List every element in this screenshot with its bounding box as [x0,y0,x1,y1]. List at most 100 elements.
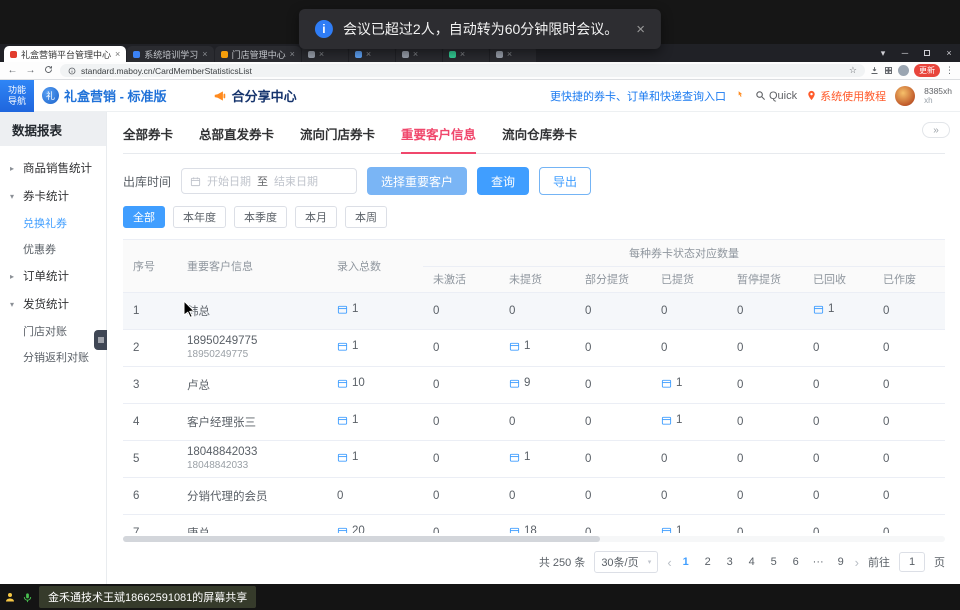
extensions-icon[interactable] [884,66,893,75]
tab-close-icon[interactable]: × [460,49,465,59]
calendar-icon [190,176,201,187]
page-number[interactable]: 5 [769,556,779,568]
tab-close-icon[interactable]: × [413,49,418,59]
sidebar-subitem[interactable]: 优惠券 [0,236,106,262]
chevron-down-icon: ▾ [648,558,652,566]
filter-chip[interactable]: 本月 [295,206,337,228]
card-icon [661,526,672,533]
cell-seq: 2 [123,329,177,366]
bookmark-star-icon[interactable]: ☆ [849,65,857,76]
status-column-header: 已提货 [651,266,727,292]
status-column-header: 未激活 [423,266,499,292]
page-number[interactable]: 3 [725,556,735,568]
browser-menu-icon[interactable]: ⋮ [945,65,954,76]
content-tab[interactable]: 流向门店券卡 [300,124,375,153]
quick-search[interactable]: Quick [755,90,797,102]
goto-page-input[interactable] [899,552,925,572]
export-button[interactable]: 导出 [539,167,591,195]
close-button[interactable]: × [938,44,960,62]
sidebar-subitem[interactable]: 兑换礼券 [0,210,106,236]
tutorial-link[interactable]: 系统使用教程 [806,88,886,104]
update-badge[interactable]: 更新 [914,64,940,77]
user-avatar[interactable] [895,86,915,106]
quick-entry-link[interactable]: 更快捷的券卡、订单和快递查询入口 [550,88,726,104]
content-tab[interactable]: 流向仓库券卡 [502,124,577,153]
filter-chip[interactable]: 本年度 [173,206,226,228]
screen-share-bar: 金禾通技术王斌18662591081的屏幕共享 [0,584,960,610]
browser-tab[interactable]: 系统培训学习× [127,46,213,62]
minimize-button[interactable]: ─ [894,44,916,62]
brand-name: 礼盒营销 - 标准版 [64,86,167,105]
tab-close-icon[interactable]: × [366,49,371,59]
scrollbar-thumb[interactable] [123,536,600,542]
function-nav-line2: 导航 [0,96,34,107]
filter-chip[interactable]: 全部 [123,206,165,228]
toast-close-icon[interactable]: × [636,21,645,38]
tab-close-icon[interactable]: × [202,49,207,59]
page-number[interactable]: 4 [747,556,757,568]
meeting-toast: i 会议已超过2人，自动转为60分钟限时会议。 × [299,9,661,49]
customer-phone: 18950249775 [187,349,327,360]
caret-right-icon: ▸ [10,164,18,173]
content-tab[interactable]: 全部券卡 [123,124,173,153]
status-column-header: 已回收 [803,266,873,292]
browser-tab[interactable]: 礼盒营销平台管理中心× [4,46,126,62]
sidebar-item[interactable]: ▸商品销售统计 [0,154,106,182]
cell-status: 0 [423,514,499,533]
person-icon [4,591,16,603]
cell-status: 1 [651,514,727,533]
reload-icon[interactable] [42,65,55,77]
tab-close-icon[interactable]: × [115,49,120,59]
filter-chip[interactable]: 本季度 [234,206,287,228]
sidebar-item[interactable]: ▾发货统计 [0,290,106,318]
cell-status: 0 [873,329,945,366]
next-page-icon[interactable]: › [855,555,859,570]
profile-avatar[interactable] [898,65,909,76]
tab-close-icon[interactable]: × [290,49,295,59]
download-icon[interactable] [870,66,879,75]
card-icon [337,378,348,389]
page-number[interactable]: 9 [836,556,846,568]
sidebar-subitem[interactable]: 分销返利对账 [0,344,106,370]
prev-page-icon[interactable]: ‹ [667,555,671,570]
sidebar-item[interactable]: ▾券卡统计 [0,182,106,210]
content-tab[interactable]: 总部直发券卡 [199,124,274,153]
function-nav-button[interactable]: 功能 导航 [0,80,34,112]
date-range-picker[interactable]: 开始日期 至 结束日期 [181,168,357,194]
select-customer-button[interactable]: 选择重要客户 [367,167,467,195]
cell-status: 0 [499,403,575,440]
content-tab[interactable]: 重要客户信息 [401,124,476,153]
maximize-button[interactable] [916,44,938,62]
quick-filter-chips: 全部本年度本季度本月本周 [123,206,945,228]
tab-title: 门店管理中心 [232,48,286,61]
panel-collapse-button[interactable]: » [922,122,950,138]
filter-chip[interactable]: 本周 [345,206,387,228]
range-separator: 至 [257,173,268,189]
page-number[interactable]: 1 [681,556,691,568]
search-button[interactable]: 查询 [477,167,529,195]
sidebar-item[interactable]: ▸订单统计 [0,262,106,290]
table-row: 1韩总10000010 [123,292,945,329]
sidebar-collapse-handle[interactable] [94,330,107,350]
cell-status: 0 [873,477,945,514]
browser-tab[interactable]: 门店管理中心 × [215,46,301,62]
cell-status: 0 [803,477,873,514]
url-bar[interactable]: standard.maboy.cn/CardMemberStatisticsLi… [60,64,865,77]
sidebar-item-label: 券卡统计 [23,188,69,204]
tab-close-icon[interactable]: × [319,49,324,59]
sidebar-subitem[interactable]: 门店对账 [0,318,106,344]
cell-total: 1 [327,292,423,329]
forward-icon[interactable]: → [24,66,37,76]
tab-close-icon[interactable]: × [507,49,512,59]
site-info-icon[interactable] [68,67,76,75]
cell-status: 1 [499,329,575,366]
page-number[interactable]: 6 [791,556,801,568]
cell-seq: 4 [123,403,177,440]
share-center-link[interactable]: 合分享中心 [213,86,297,105]
cell-status: 0 [575,403,651,440]
back-icon[interactable]: ← [6,66,19,76]
sidebar-title: 数据报表 [0,112,106,146]
page-number[interactable]: 2 [703,556,713,568]
page-size-select[interactable]: 30条/页 ▾ [594,551,658,573]
tab-list-caret-icon[interactable]: ▾ [872,44,894,62]
